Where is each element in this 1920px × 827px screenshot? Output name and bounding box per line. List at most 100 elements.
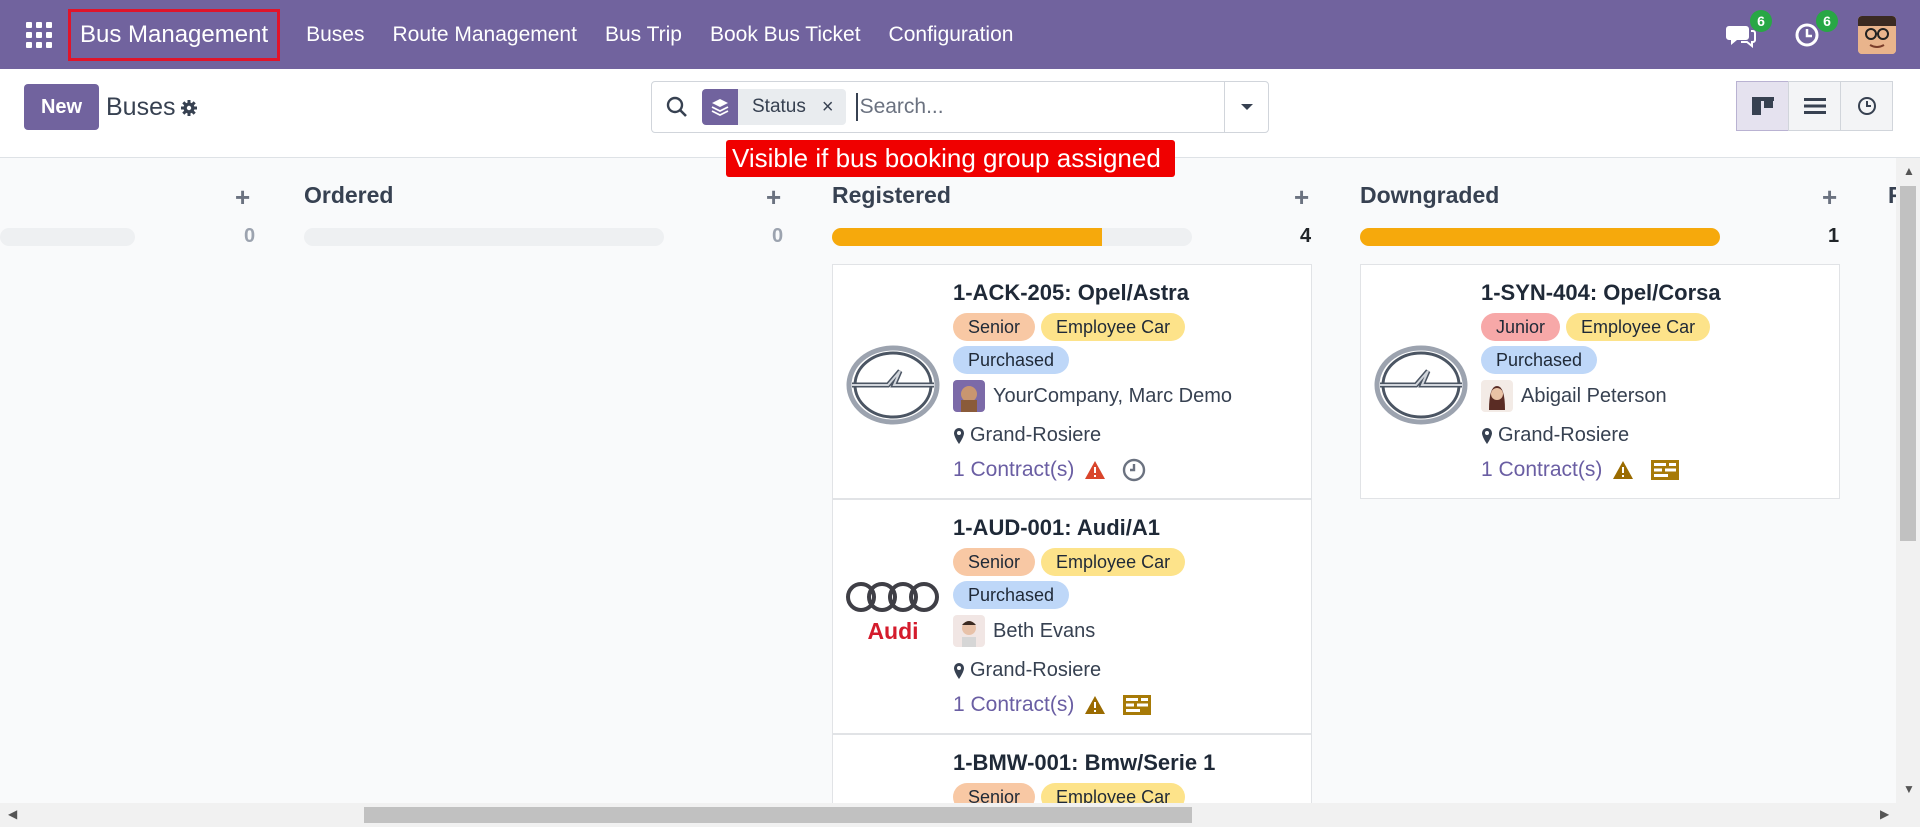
main-menu: Buses Route Management Bus Trip Book Bus… xyxy=(292,23,1027,47)
horizontal-scrollbar[interactable]: ◀ ▶ xyxy=(0,803,1920,827)
kanban-card[interactable]: Audi 1-AUD-001: Audi/A1 Senior Employee … xyxy=(832,499,1312,734)
menu-configuration[interactable]: Configuration xyxy=(875,23,1028,47)
facet-remove-icon[interactable]: × xyxy=(815,89,846,125)
driver-avatar xyxy=(1481,380,1513,412)
tag-purchased: Purchased xyxy=(953,581,1070,609)
view-switcher xyxy=(1736,81,1893,131)
activity-list-icon[interactable] xyxy=(1650,459,1680,481)
kanban-card[interactable]: 1-ACK-205: Opel/Astra Senior Employee Ca… xyxy=(832,264,1312,499)
contracts-link[interactable]: 1 Contract(s) xyxy=(953,693,1074,717)
layers-icon xyxy=(702,89,738,125)
horizontal-scroll-thumb[interactable] xyxy=(364,807,1192,823)
tag-employee-car: Employee Car xyxy=(1566,313,1711,341)
column-progress-bar[interactable] xyxy=(304,228,664,246)
gear-icon[interactable] xyxy=(180,99,198,122)
scroll-down-arrow-icon[interactable]: ▼ xyxy=(1903,782,1915,796)
location-text: Grand-Rosiere xyxy=(970,424,1102,446)
search-icon[interactable] xyxy=(652,96,702,118)
map-marker-icon xyxy=(954,427,964,444)
card-title[interactable]: 1-AUD-001: Audi/A1 xyxy=(953,515,1160,541)
column-title-registered[interactable]: Registered xyxy=(832,182,951,209)
user-avatar[interactable] xyxy=(1858,15,1896,54)
card-title[interactable]: 1-SYN-404: Opel/Corsa xyxy=(1481,280,1721,306)
card-driver: Beth Evans xyxy=(953,615,1095,647)
menu-book-bus-ticket[interactable]: Book Bus Ticket xyxy=(696,23,875,47)
scroll-left-arrow-icon[interactable]: ◀ xyxy=(8,807,17,821)
activity-view-button[interactable] xyxy=(1840,81,1893,131)
column-add-button[interactable]: + xyxy=(1294,182,1309,213)
tag-employee-car: Employee Car xyxy=(1041,548,1186,576)
column-count: 1 xyxy=(1828,225,1840,247)
activities-badge: 6 xyxy=(1816,9,1838,32)
card-location: Grand-Rosiere xyxy=(1481,424,1629,447)
opel-logo-icon xyxy=(844,345,942,430)
column-add-button[interactable]: + xyxy=(1822,182,1837,213)
messages-badge: 6 xyxy=(1750,9,1772,32)
card-contracts: 1 Contract(s) xyxy=(1481,458,1680,482)
location-text: Grand-Rosiere xyxy=(970,659,1102,681)
column-add-button[interactable]: + xyxy=(766,182,781,213)
map-marker-icon xyxy=(1482,427,1492,444)
breadcrumb: Buses xyxy=(106,93,176,121)
search-input[interactable] xyxy=(855,93,1224,121)
annotation-label: Visible if bus booking group assigned xyxy=(726,140,1175,177)
column-progress-bar[interactable] xyxy=(0,228,135,246)
tag-purchased: Purchased xyxy=(953,346,1070,374)
search-dropdown-toggle[interactable] xyxy=(1224,82,1268,132)
card-location: Grand-Rosiere xyxy=(953,659,1101,682)
new-button[interactable]: New xyxy=(24,84,99,130)
column-count: 0 xyxy=(244,225,256,247)
kanban-view-button[interactable] xyxy=(1736,81,1789,131)
card-tags-row2: Purchased xyxy=(953,346,1075,374)
column-title-ordered[interactable]: Ordered xyxy=(304,182,393,209)
card-contracts: 1 Contract(s) xyxy=(953,458,1146,482)
card-tags: Senior Employee Car xyxy=(953,548,1191,576)
menu-buses[interactable]: Buses xyxy=(292,23,378,47)
scroll-up-arrow-icon[interactable]: ▲ xyxy=(1903,164,1915,178)
navbar-systray: 6 6 xyxy=(1726,0,1896,69)
kanban-card[interactable]: 1-SYN-404: Opel/Corsa Junior Employee Ca… xyxy=(1360,264,1840,499)
tag-purchased: Purchased xyxy=(1481,346,1598,374)
vertical-scroll-thumb[interactable] xyxy=(1900,186,1916,541)
map-marker-icon xyxy=(954,662,964,679)
card-title[interactable]: 1-BMW-001: Bmw/Serie 1 xyxy=(953,750,1215,776)
progress-fill xyxy=(1360,228,1720,246)
messages-icon[interactable]: 6 xyxy=(1726,9,1772,50)
facet-label: Status xyxy=(738,89,816,125)
kanban-board: + 0 Ordered + 0 Registered + 4 Downgrade… xyxy=(0,158,1896,803)
activities-clock-icon[interactable]: 6 xyxy=(1792,9,1838,50)
column-title-downgraded[interactable]: Downgraded xyxy=(1360,182,1499,209)
vertical-scrollbar[interactable]: ▲ ▼ xyxy=(1896,158,1920,803)
search-facet-status[interactable]: Status × xyxy=(702,89,846,125)
card-contracts: 1 Contract(s) xyxy=(953,693,1152,717)
activity-clock-icon[interactable] xyxy=(1122,458,1146,482)
tag-senior: Senior xyxy=(953,783,1036,803)
tag-employee-car: Employee Car xyxy=(1041,783,1186,803)
menu-route-management[interactable]: Route Management xyxy=(378,23,590,47)
column-add-button[interactable]: + xyxy=(235,182,250,213)
list-view-button[interactable] xyxy=(1788,81,1841,131)
driver-name: Abigail Peterson xyxy=(1521,384,1667,407)
opel-logo-icon xyxy=(1372,345,1470,430)
search-bar: Status × xyxy=(651,81,1269,133)
card-title[interactable]: 1-ACK-205: Opel/Astra xyxy=(953,280,1189,306)
kanban-card[interactable]: 1-BMW-001: Bmw/Serie 1 Senior Employee C… xyxy=(832,734,1312,803)
contracts-link[interactable]: 1 Contract(s) xyxy=(953,458,1074,482)
warning-icon xyxy=(1612,460,1634,480)
tag-senior: Senior xyxy=(953,313,1036,341)
scroll-right-arrow-icon[interactable]: ▶ xyxy=(1880,807,1889,821)
audi-logo-icon: Audi xyxy=(844,580,942,643)
column-progress-bar[interactable] xyxy=(1360,228,1720,246)
card-location: Grand-Rosiere xyxy=(953,424,1101,447)
activity-list-icon[interactable] xyxy=(1122,694,1152,716)
top-navbar: Bus Management Buses Route Management Bu… xyxy=(0,0,1920,69)
progress-fill xyxy=(832,228,1102,246)
location-text: Grand-Rosiere xyxy=(1498,424,1630,446)
menu-bus-trip[interactable]: Bus Trip xyxy=(591,23,696,47)
column-progress-bar[interactable] xyxy=(832,228,1192,246)
apps-menu-icon[interactable] xyxy=(24,20,54,50)
tag-senior: Senior xyxy=(953,548,1036,576)
app-brand[interactable]: Bus Management xyxy=(68,8,281,61)
column-title-next[interactable]: F xyxy=(1888,182,1896,209)
contracts-link[interactable]: 1 Contract(s) xyxy=(1481,458,1602,482)
